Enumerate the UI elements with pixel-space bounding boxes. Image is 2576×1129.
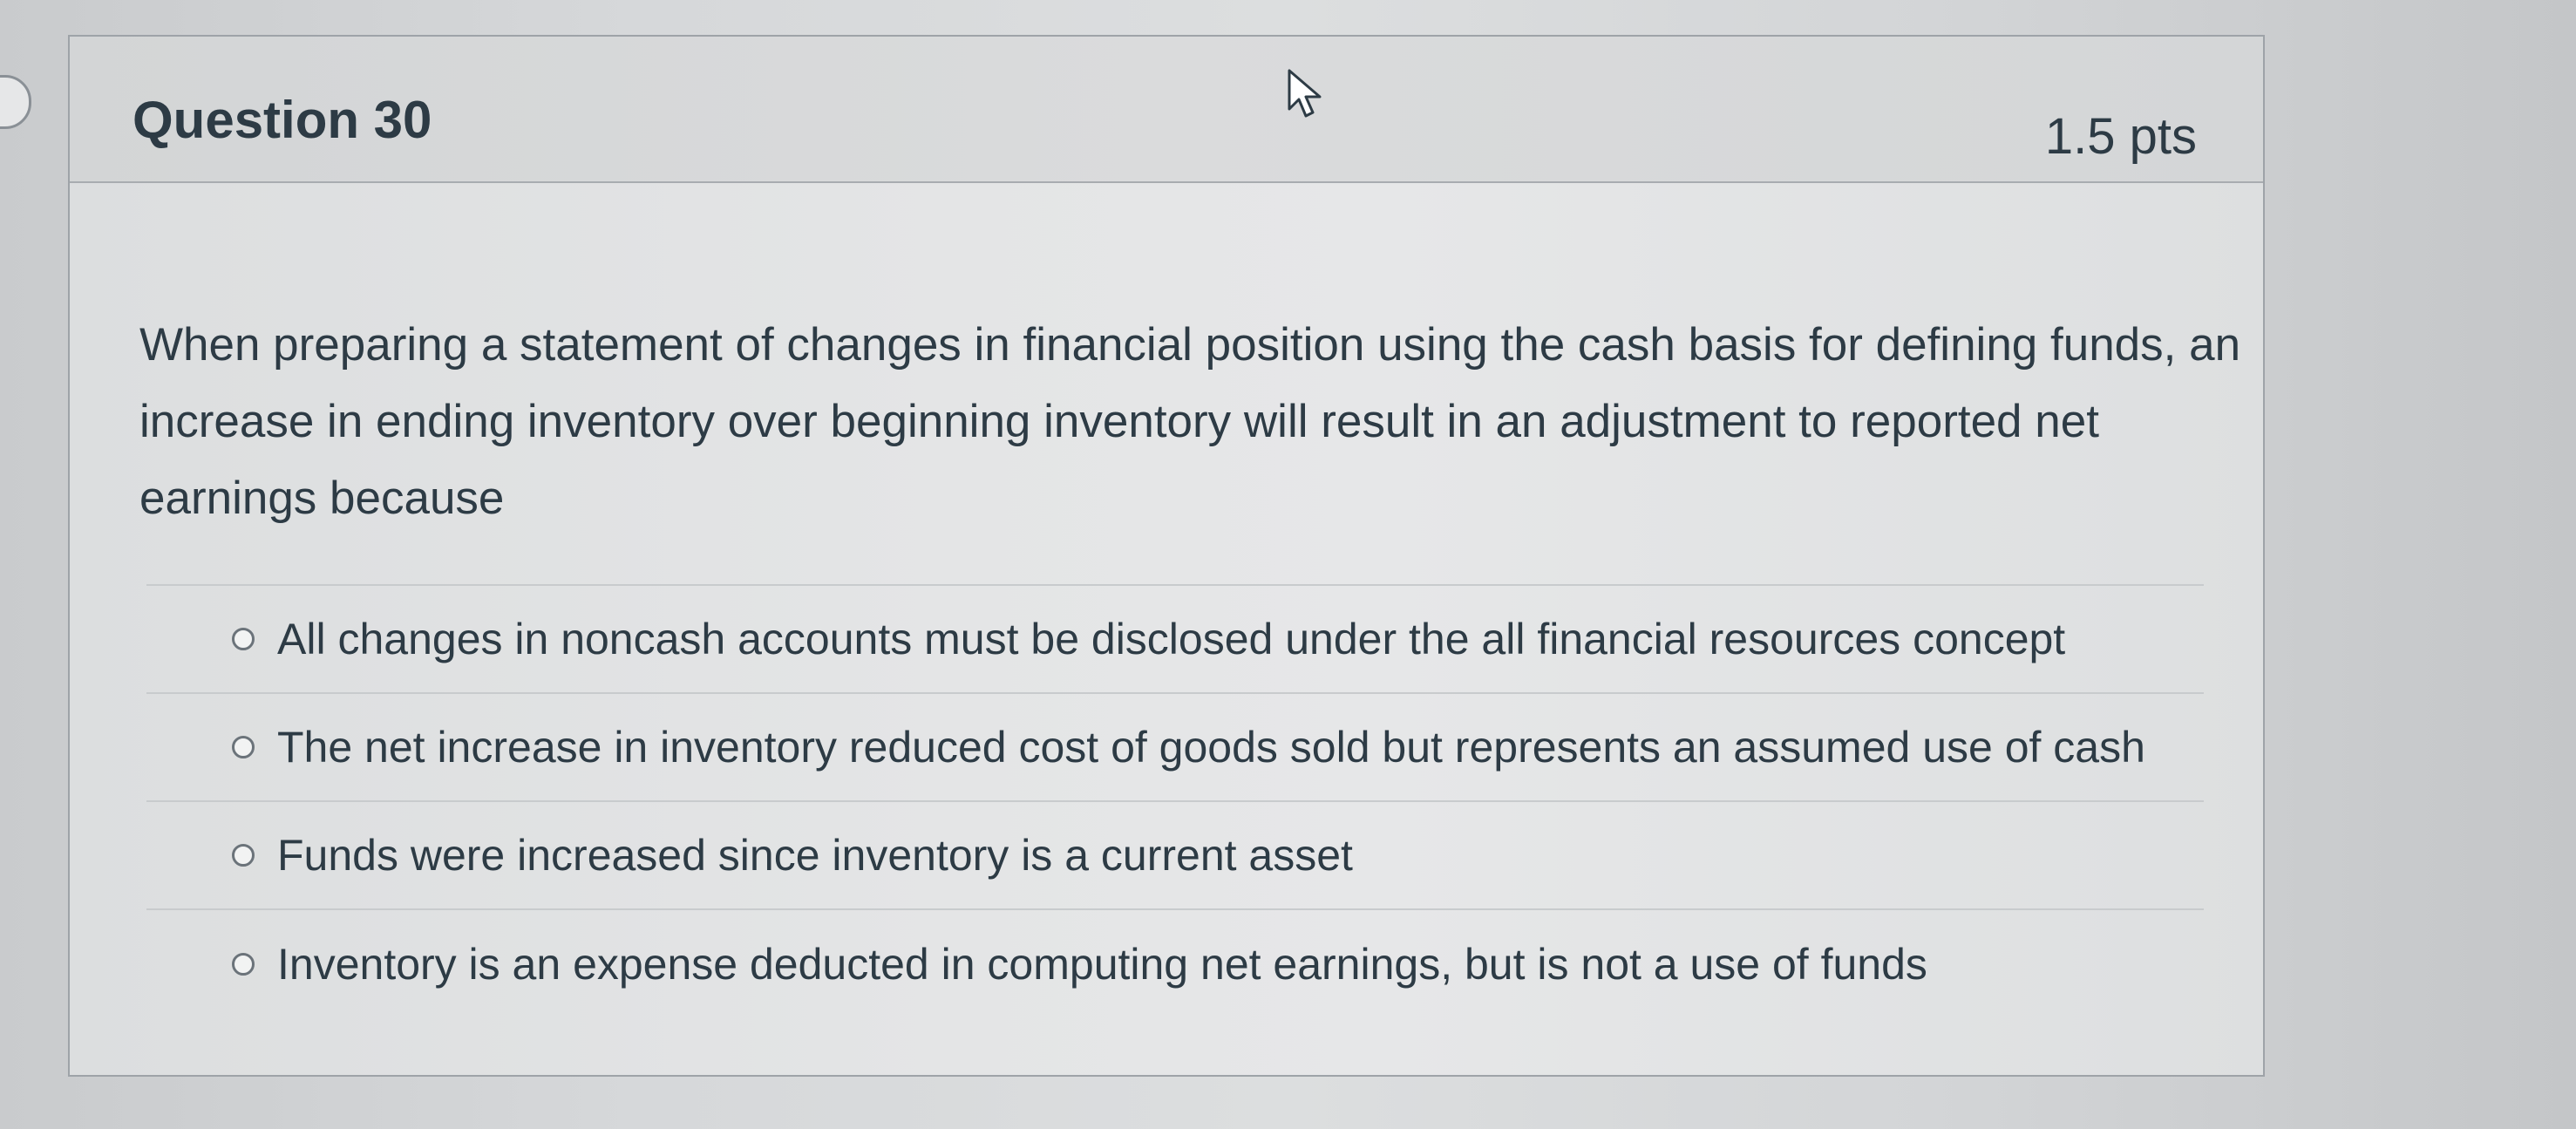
previous-question-marker[interactable] — [0, 75, 31, 129]
radio-unselected-icon[interactable] — [232, 736, 255, 758]
radio-unselected-icon[interactable] — [232, 844, 255, 867]
answer-option[interactable]: The net increase in inventory reduced co… — [146, 694, 2204, 802]
answer-label[interactable]: Inventory is an expense deducted in comp… — [277, 939, 1927, 990]
question-title: Question 30 — [133, 91, 432, 149]
mouse-pointer-icon — [1288, 69, 1322, 118]
answer-option[interactable]: Funds were increased since inventory is … — [146, 802, 2204, 910]
answer-label[interactable]: The net increase in inventory reduced co… — [277, 722, 2145, 772]
answer-list: All changes in noncash accounts must be … — [146, 584, 2204, 1018]
question-card: Question 30 1.5 pts When preparing a sta… — [68, 35, 2265, 1077]
radio-unselected-icon[interactable] — [232, 953, 255, 976]
answer-option[interactable]: All changes in noncash accounts must be … — [146, 586, 2204, 694]
answer-label[interactable]: All changes in noncash accounts must be … — [277, 614, 2065, 664]
answer-option[interactable]: Inventory is an expense deducted in comp… — [146, 910, 2204, 1018]
question-points: 1.5 pts — [2044, 108, 2197, 165]
answer-label[interactable]: Funds were increased since inventory is … — [277, 830, 1353, 881]
question-header: Question 30 1.5 pts — [70, 37, 2263, 183]
question-text: When preparing a statement of changes in… — [139, 319, 2241, 524]
radio-unselected-icon[interactable] — [232, 628, 255, 650]
